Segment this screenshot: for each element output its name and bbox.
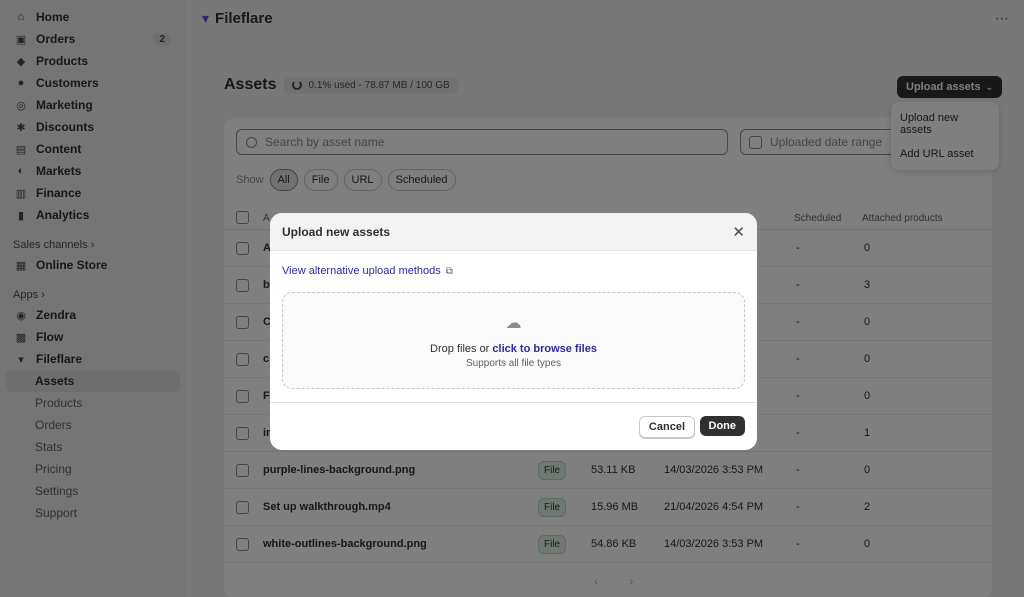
file-dropzone[interactable]: ☁ Drop files or click to browse files Su… <box>282 292 745 389</box>
modal-title: Upload new assets <box>282 224 391 239</box>
external-link-icon: ⧉ <box>445 265 453 277</box>
dropzone-text: Drop files or click to browse files <box>430 343 597 355</box>
supported-types-text: Supports all file types <box>465 358 562 369</box>
cancel-button[interactable]: Cancel <box>638 416 695 438</box>
browse-files-link[interactable]: click to browse files <box>492 343 597 355</box>
done-button[interactable]: Done <box>699 416 745 436</box>
modal-footer: Cancel Done <box>270 402 757 450</box>
alternative-upload-link[interactable]: View alternative upload methods ⧉ <box>282 265 453 277</box>
upload-modal: Upload new assets ✕ View alternative upl… <box>270 213 757 450</box>
close-icon[interactable]: ✕ <box>732 223 745 241</box>
upload-cloud-icon: ☁ <box>505 315 522 332</box>
modal-header: Upload new assets ✕ <box>270 213 757 251</box>
